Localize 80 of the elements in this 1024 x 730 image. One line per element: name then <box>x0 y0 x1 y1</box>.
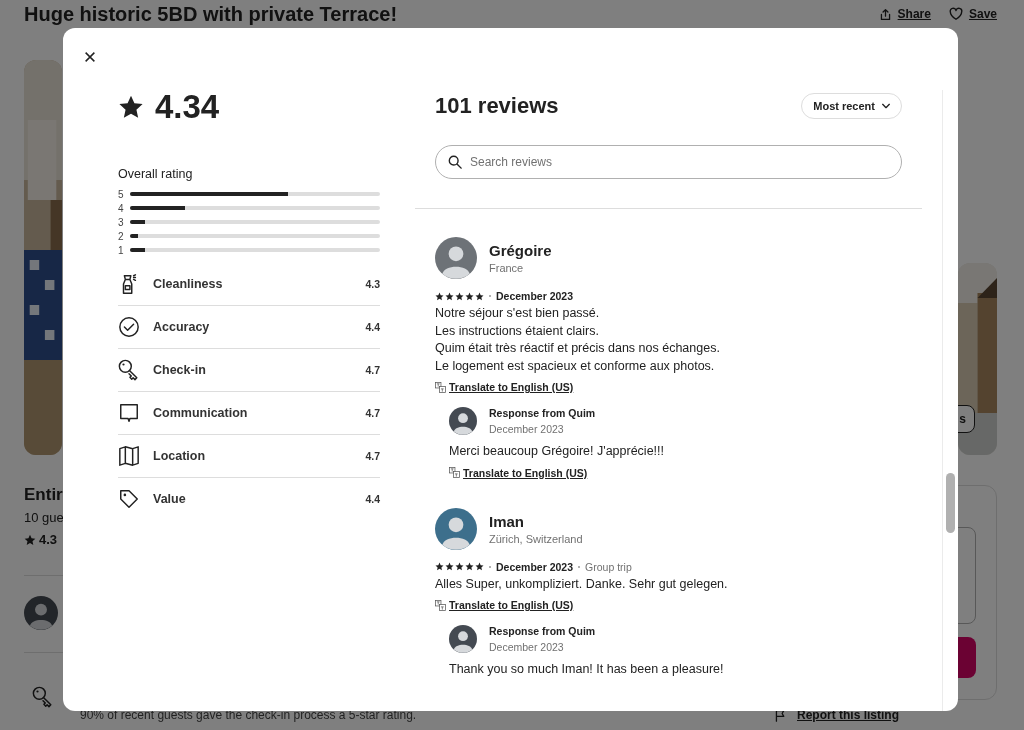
star-icon <box>445 291 454 301</box>
share-button[interactable]: Share <box>878 5 931 23</box>
reviewer-name: Iman <box>489 512 525 530</box>
key-icon <box>32 686 54 708</box>
star-icon <box>475 562 484 571</box>
star-icon <box>465 291 474 301</box>
response-title: Response from Quim <box>489 407 596 419</box>
listing-details: 10 gue <box>24 510 63 525</box>
avatar <box>435 507 477 550</box>
rating-level-label: 1 <box>118 244 125 256</box>
star-icon <box>445 562 454 571</box>
review-count: 101 reviews <box>435 93 559 119</box>
category-score: 4.4 <box>365 493 380 505</box>
overall-score: 4.34 <box>155 88 220 126</box>
category-name: Check-in <box>153 363 206 377</box>
rating-level-label: 4 <box>118 202 125 214</box>
rating-level-label: 2 <box>118 230 125 242</box>
search-field[interactable]: Search reviews <box>435 145 902 179</box>
sort-dropdown[interactable]: Most recent <box>801 93 902 119</box>
star-icon <box>435 562 444 571</box>
reviewer-name: Grégoire <box>489 242 552 259</box>
review-text: Notre séjour s'est bien passé. Les instructions étaient clairs. Quim était très réactif et précis dans nos échanges. Le logement est spacieux et conforme aux photos. <box>435 305 721 375</box>
response-text: Thank you so much Iman! It has been a pleasure! <box>449 661 725 678</box>
translate-icon <box>435 599 446 611</box>
key-icon <box>118 359 140 381</box>
response-date: December 2023 <box>489 641 565 653</box>
reviewer-location: Zürich, Switzerland <box>489 532 583 545</box>
avatar <box>449 625 477 653</box>
avatar <box>24 596 58 630</box>
heart-icon <box>948 7 963 21</box>
scrollbar-thumb[interactable] <box>946 473 955 533</box>
star-icon <box>455 291 464 301</box>
listing-title: Huge historic 5BD with private Terrace! <box>24 2 398 26</box>
review-date: December 2023 <box>496 290 574 302</box>
translate-link[interactable]: Translate to English (US) <box>449 599 574 611</box>
reviewer-location: France <box>489 262 525 274</box>
star-icon <box>455 562 464 571</box>
translate-link[interactable]: Translate to English (US) <box>463 466 588 479</box>
share-icon <box>878 7 892 21</box>
star-icon <box>118 94 144 120</box>
chevron-icon <box>881 101 891 111</box>
listing-heading: Entir <box>24 485 63 505</box>
review-text: Alles Super, unkompliziert. Danke. Sehr gut gelegen. <box>435 575 729 593</box>
category-score: 4.4 <box>365 321 380 333</box>
close-icon <box>83 50 97 64</box>
translate-icon <box>449 467 460 478</box>
review-date: December 2023 <box>496 560 574 573</box>
trip-type: Group trip <box>585 560 632 573</box>
category-name: Cleanliness <box>153 277 223 291</box>
map-icon <box>118 445 140 467</box>
response-title: Response from Quim <box>489 625 596 637</box>
category-name: Communication <box>153 406 248 420</box>
save-button[interactable]: Save <box>948 5 997 23</box>
translate-link[interactable]: Translate to English (US) <box>449 381 574 393</box>
star-icon <box>435 291 444 301</box>
rating-level-label: 5 <box>118 188 125 200</box>
category-name: Accuracy <box>153 320 210 334</box>
rating-level-label: 3 <box>118 216 125 228</box>
star-icon <box>465 562 474 571</box>
rating-value: 4.3 <box>39 532 58 547</box>
category-score: 4.7 <box>365 364 380 376</box>
avatar <box>449 407 477 435</box>
category-score: 4.7 <box>365 450 380 462</box>
report-link[interactable]: Report this listing <box>797 708 899 722</box>
search-icon <box>448 155 462 169</box>
check-circle-icon <box>118 316 140 338</box>
category-score: 4.7 <box>365 407 380 419</box>
response-date: December 2023 <box>489 423 565 435</box>
chat-bubble-icon <box>118 402 140 424</box>
category-name: Location <box>153 449 206 463</box>
overall-label: Overall rating <box>118 167 194 181</box>
avatar <box>435 237 477 279</box>
flag-icon <box>774 708 787 722</box>
category-score: 4.3 <box>365 278 380 290</box>
tag-icon <box>118 488 140 510</box>
category-name: Value <box>153 492 186 506</box>
response-text: Merci beaucoup Grégoire! J'apprécie!!! <box>449 443 665 460</box>
star-icon <box>24 533 36 546</box>
translate-icon <box>435 381 446 393</box>
star-icon <box>475 291 484 301</box>
